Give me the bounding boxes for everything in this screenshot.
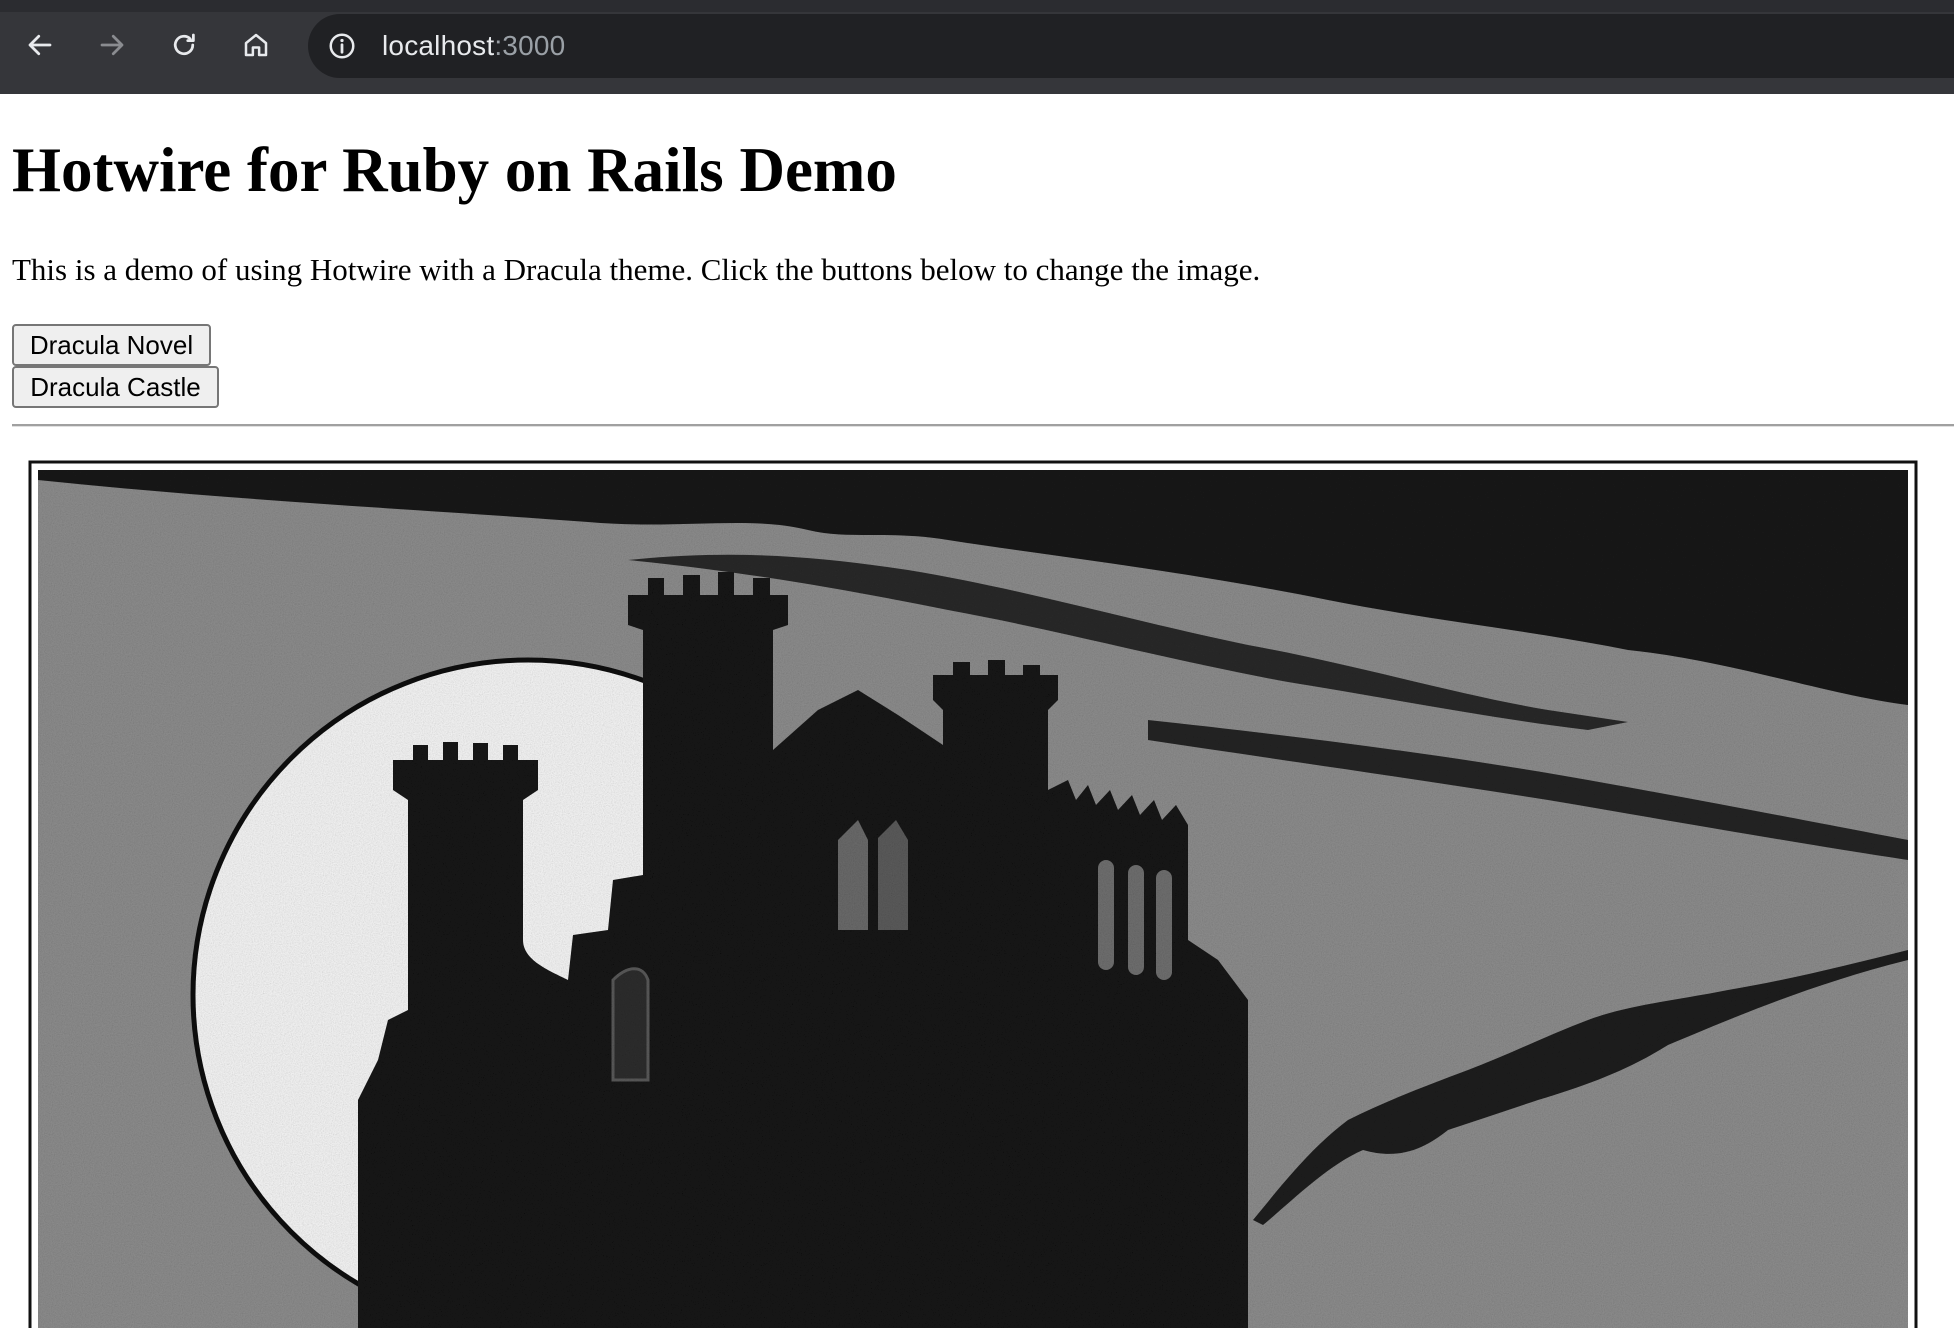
intro-text: This is a demo of using Hotwire with a D… xyxy=(12,252,1261,287)
back-arrow-icon xyxy=(28,34,52,56)
url-text[interactable]: localhost:3000 xyxy=(382,30,565,62)
home-icon xyxy=(244,33,268,57)
dracula-novel-button[interactable]: Dracula Novel xyxy=(12,324,211,366)
browser-toolbar: localhost:3000 xyxy=(0,0,1954,94)
url-host: localhost xyxy=(382,30,495,61)
info-icon xyxy=(329,33,355,59)
forward-button[interactable] xyxy=(89,22,135,68)
forward-arrow-icon xyxy=(100,34,124,56)
reload-button[interactable] xyxy=(161,22,207,68)
tab-strip xyxy=(0,0,1954,12)
site-info-button[interactable] xyxy=(324,28,360,64)
dracula-castle-image xyxy=(28,460,1918,1328)
url-port: :3000 xyxy=(494,30,566,61)
divider xyxy=(12,424,1954,427)
page-title: Hotwire for Ruby on Rails Demo xyxy=(12,135,897,205)
dracula-castle-button[interactable]: Dracula Castle xyxy=(12,366,219,408)
address-bar[interactable]: localhost:3000 xyxy=(308,14,1954,78)
back-button[interactable] xyxy=(17,22,63,68)
page-content: Hotwire for Ruby on Rails Demo This is a… xyxy=(0,94,1954,1328)
reload-icon xyxy=(173,33,195,56)
home-button[interactable] xyxy=(233,22,279,68)
